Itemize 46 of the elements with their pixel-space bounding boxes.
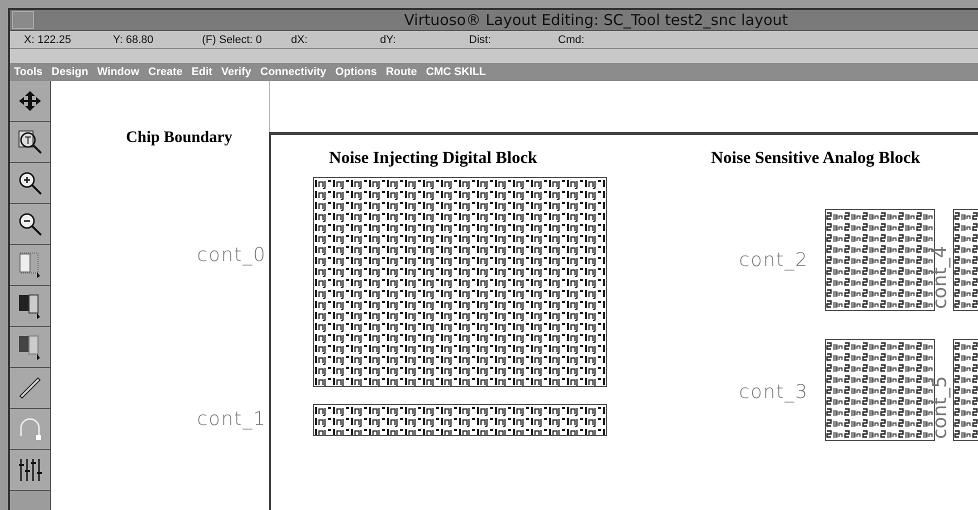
menu-item[interactable]: Verify — [221, 66, 252, 78]
boundary-label: Chip Boundary — [126, 129, 232, 147]
tool-button[interactable] — [10, 286, 50, 327]
status-field: dX: — [291, 34, 380, 46]
tool-button[interactable] — [10, 122, 50, 163]
tool-button[interactable] — [10, 245, 50, 286]
menu-item[interactable]: Edit — [192, 66, 212, 78]
tool-button[interactable] — [10, 81, 50, 122]
tool-button[interactable] — [10, 409, 50, 450]
select-area-icon — [17, 251, 43, 279]
ruler-icon — [17, 375, 43, 401]
block-title: Noise Injecting Digital Block — [329, 148, 538, 168]
menu-item[interactable]: Create — [148, 66, 183, 78]
zoom-in-icon — [17, 170, 43, 196]
tool-button[interactable] — [10, 204, 50, 245]
zoom-fit-icon — [17, 129, 43, 155]
status-field: Dist: — [469, 34, 558, 46]
cell-label: cont_2 — [739, 249, 808, 271]
status-field: X: 122.25 — [24, 34, 113, 46]
menu-item[interactable]: Route — [386, 66, 418, 78]
cell-label: cont_4 — [929, 246, 951, 309]
tool-button[interactable] — [10, 450, 50, 491]
tool-button[interactable] — [10, 327, 50, 368]
cell-label: cont_5 — [929, 376, 951, 439]
menu-item[interactable]: Connectivity — [260, 66, 326, 78]
menu-item[interactable]: CMC SKILL — [426, 66, 486, 78]
cell-label: cont_0 — [197, 244, 266, 266]
status-field: (F) Select: 0 — [202, 34, 291, 46]
menu-item[interactable]: Tools — [14, 66, 43, 78]
menu-item[interactable]: Options — [335, 66, 377, 78]
tool-button[interactable] — [10, 163, 50, 204]
status-field: dY: — [380, 34, 469, 46]
tool-button[interactable] — [10, 368, 50, 409]
select-partial-icon — [17, 333, 43, 361]
cell-label: cont_3 — [739, 381, 808, 403]
sliders-icon — [17, 457, 43, 483]
menu-item[interactable]: Window — [97, 66, 140, 78]
menu-item[interactable]: Design — [52, 66, 88, 78]
block-title: Noise Sensitive Analog Block — [711, 148, 920, 168]
cell-label: cont_1 — [197, 408, 266, 430]
select-full-icon — [17, 292, 43, 320]
status-field: Y: 68.80 — [113, 34, 202, 46]
zoom-out-icon — [17, 211, 43, 237]
status-field: Cmd: — [558, 34, 647, 46]
window-title: Virtuoso® Layout Editing: SC_Tool test2_snc layout — [403, 11, 789, 29]
move-icon — [18, 89, 42, 113]
